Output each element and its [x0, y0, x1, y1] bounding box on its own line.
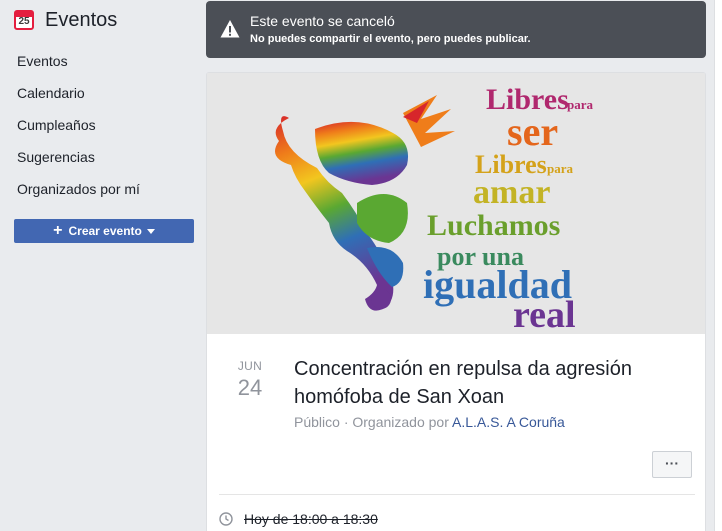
event-day: 24 — [237, 375, 263, 400]
sidebar-item-sugerencias[interactable]: Sugerencias — [17, 146, 140, 178]
slogan-line-8: real — [513, 294, 576, 334]
slogan-line-3-small: para — [547, 161, 574, 176]
event-date: JUN 24 — [231, 359, 269, 401]
more-options-button[interactable]: ··· — [652, 451, 692, 478]
sidebar: 25 Eventos Eventos Calendario Cumpleaños… — [0, 0, 206, 531]
clock-icon — [219, 512, 233, 526]
alert-title: Este evento se canceló — [250, 13, 395, 29]
event-time: Hoy de 18:00 a 18:30 — [244, 511, 378, 527]
organizer-link[interactable]: A.L.A.S. A Coruña — [452, 414, 565, 430]
event-cover-image[interactable]: Libres para ser Libres para amar Luchamo… — [207, 73, 705, 334]
calendar-icon-date: 25 — [18, 16, 30, 27]
sidebar-header[interactable]: 25 Eventos — [14, 8, 117, 32]
right-column-edge — [714, 0, 722, 531]
event-card: Libres para ser Libres para amar Luchamo… — [206, 72, 706, 531]
sidebar-item-organizados[interactable]: Organizados por mí — [17, 178, 140, 210]
plus-icon: + — [53, 222, 63, 239]
calendar-icon: 25 — [14, 10, 34, 30]
event-title: Concentración en repulsa da agresión hom… — [294, 358, 632, 408]
warning-icon — [220, 20, 240, 38]
sidebar-title[interactable]: Eventos — [45, 9, 117, 32]
sidebar-nav: Eventos Calendario Cumpleaños Sugerencia… — [17, 50, 140, 210]
event-month: JUN — [237, 359, 263, 373]
organized-by-label: · Organizado por — [343, 414, 449, 430]
slogan-line-1-small: para — [567, 97, 594, 112]
create-event-label: Crear evento — [68, 224, 142, 238]
event-meta: Público · Organizado por A.L.A.S. A Coru… — [294, 414, 565, 430]
slogan-line-5: Luchamos — [427, 209, 560, 242]
cancelled-alert: Este evento se canceló No puedes compart… — [206, 1, 706, 58]
sidebar-item-calendario[interactable]: Calendario — [17, 82, 140, 114]
slogan-line-2: ser — [507, 109, 558, 154]
sidebar-item-eventos[interactable]: Eventos — [17, 50, 140, 82]
event-visibility: Público — [294, 414, 340, 430]
sidebar-item-cumpleanos[interactable]: Cumpleaños — [17, 114, 140, 146]
chevron-down-icon — [146, 228, 155, 234]
alert-subtitle: No puedes compartir el evento, pero pued… — [250, 33, 531, 45]
slogan-line-4: amar — [473, 174, 550, 211]
divider — [219, 494, 695, 495]
create-event-button[interactable]: + Crear evento — [14, 219, 194, 243]
event-time-row: Hoy de 18:00 a 18:30 — [219, 511, 378, 527]
